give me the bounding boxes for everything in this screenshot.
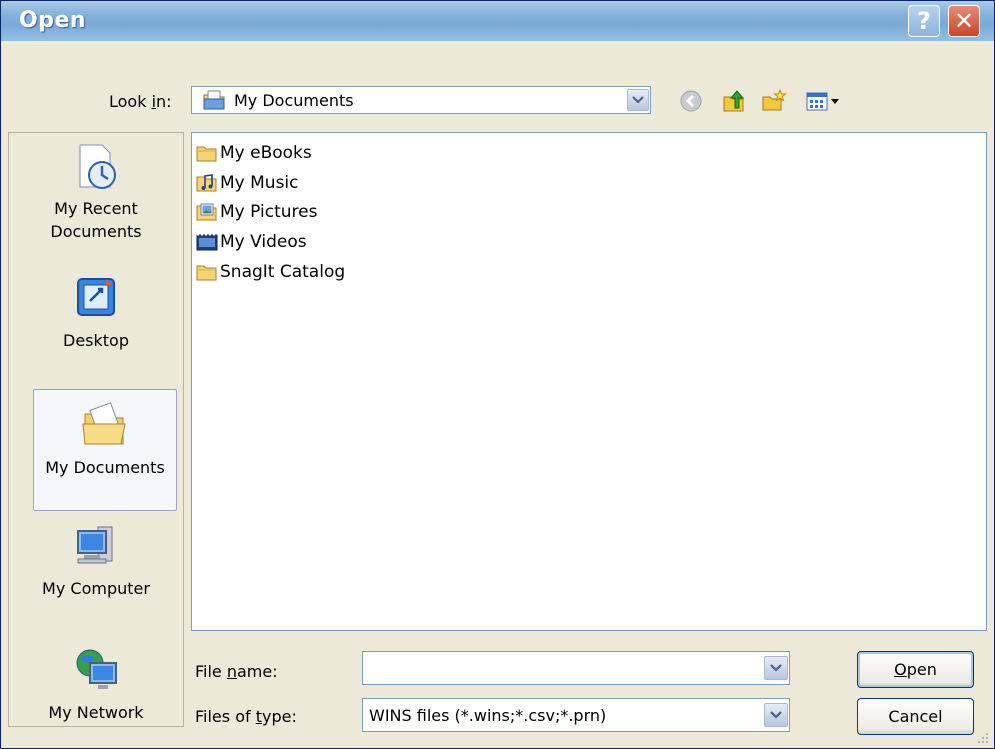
place-label-line2: Documents [50,222,142,241]
place-label-line1: Desktop [63,331,129,350]
close-icon: ✕ [953,7,975,35]
file-name-dropdown-button[interactable] [764,656,788,680]
list-item[interactable]: My Music [196,170,299,196]
my-network-icon [68,649,124,701]
up-folder-icon[interactable] [721,88,747,114]
file-type-value: WINS files (*.wins;*.csv;*.prn) [369,706,607,725]
my-computer-icon [68,526,124,577]
folder-icon [196,146,217,162]
file-type-label: Files of type: [195,707,297,726]
file-list[interactable]: My eBooks My Music My Pictures My Videos… [191,132,987,631]
help-icon: ? [917,7,931,35]
file-name-input[interactable] [367,656,761,682]
resize-grip-icon[interactable] [976,731,990,745]
look-in-dropdown-button[interactable] [627,89,649,111]
file-name-label: File name: [195,662,278,681]
place-label-line1: My Network [48,703,144,722]
my-documents-icon [34,400,176,454]
videos-folder-icon [196,234,218,251]
music-folder-icon [196,174,217,192]
open-button[interactable]: Open [857,651,974,688]
help-button[interactable]: ? [908,5,940,37]
file-name-combo[interactable] [362,651,790,685]
place-my-computer[interactable]: My Computer [9,521,183,600]
chevron-down-icon [632,96,644,104]
chevron-down-icon [770,664,782,672]
file-name: My Music [220,173,299,193]
cancel-button-label: Cancel [888,707,943,726]
desktop-icon [68,278,124,329]
look-in-value: My Documents [234,91,354,110]
file-type-combo[interactable]: WINS files (*.wins;*.csv;*.prn) [362,698,790,732]
views-menu-icon[interactable] [804,88,846,114]
file-name-label-suffix: ame: [237,662,278,681]
back-icon[interactable] [678,88,704,114]
look-in-label: Look in: [109,92,172,111]
place-my-network[interactable]: My Network [9,645,183,724]
cancel-button[interactable]: Cancel [857,698,974,735]
file-type-dropdown-button[interactable] [764,703,788,727]
place-label-line1: My Documents [45,458,165,477]
file-name: My Pictures [220,202,318,222]
list-item[interactable]: My eBooks [196,140,312,166]
open-button-key: O [894,660,907,679]
file-name-label-prefix: File [195,662,227,681]
place-my-recent-documents[interactable]: My Recent Documents [9,141,183,243]
list-item[interactable]: My Pictures [196,199,317,225]
look-in-label-prefix: Look [109,92,152,111]
dialog-title: Open [19,8,87,33]
list-item[interactable]: SnagIt Catalog [196,259,345,285]
file-type-label-suffix: ype: [261,707,297,726]
new-folder-icon[interactable] [761,88,787,114]
my-documents-icon [202,89,226,115]
title-bar[interactable]: Open ? ✕ [1,1,994,41]
open-dialog: Open ? ✕ Look in: My Documents My Recent… [0,0,995,749]
open-button-label: pen [906,660,937,679]
file-name: My eBooks [220,143,312,163]
list-item[interactable]: My Videos [196,229,307,255]
pictures-folder-icon [196,203,217,221]
close-button[interactable]: ✕ [948,5,980,37]
place-my-documents[interactable]: My Documents [33,389,177,511]
look-in-combo[interactable]: My Documents [191,86,651,114]
file-name: My Videos [220,232,307,252]
folder-icon [196,265,217,281]
recent-documents-icon [68,144,124,197]
places-bar: My Recent Documents Desktop My Documents… [8,132,184,727]
file-type-label-prefix: Files of [195,707,256,726]
place-label-line1: My Recent [54,199,138,218]
file-name: SnagIt Catalog [220,262,346,282]
place-desktop[interactable]: Desktop [9,273,183,352]
place-label-line1: My Computer [42,579,150,598]
file-name-label-key: n [226,662,237,681]
look-in-label-suffix: n: [156,92,172,111]
chevron-down-icon [770,711,782,719]
